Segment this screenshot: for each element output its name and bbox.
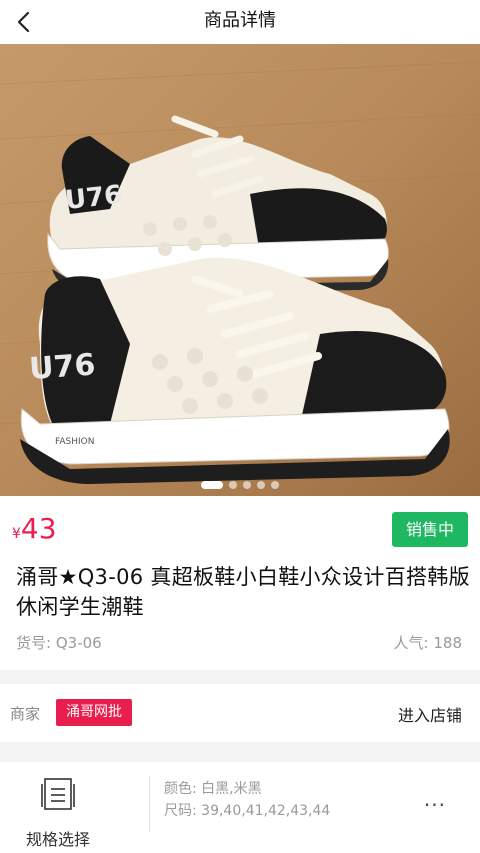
sku-value: Q3-06: [55, 634, 102, 652]
enter-shop-link[interactable]: 进入店铺: [398, 702, 462, 726]
top-nav-bar: 商品详情: [0, 0, 480, 44]
sku-info: 货号: Q3-06: [16, 632, 102, 653]
document-list-icon: [41, 778, 75, 810]
price-section: ¥43 销售中: [0, 496, 480, 562]
shoe-brand-print: FASHION: [55, 437, 94, 447]
size-line: 尺码: 39,40,41,42,43,44: [164, 800, 330, 822]
carousel-dot-5[interactable]: [271, 481, 279, 489]
shop-name-tag[interactable]: 涌哥网批: [56, 699, 132, 726]
color-values: 白黑,米黑: [201, 781, 262, 797]
spec-section[interactable]: 规格选择 颜色: 白黑,米黑 尺码: 39,40,41,42,43,44 ···: [0, 762, 480, 853]
carousel-dot-3[interactable]: [243, 481, 251, 489]
color-line: 颜色: 白黑,米黑: [164, 778, 330, 800]
spec-select-label: 规格选择: [25, 830, 90, 849]
section-divider: [0, 670, 480, 684]
product-title: 涌哥★Q3-06 真超板鞋小白鞋小众设计百搭韩版休闲学生潮鞋: [16, 565, 470, 619]
currency-symbol: ¥: [12, 526, 21, 542]
popularity-value: 188: [433, 634, 462, 652]
carousel-dot-4[interactable]: [257, 481, 265, 489]
carousel-dot-1[interactable]: [201, 481, 223, 489]
more-options-icon[interactable]: ···: [424, 795, 446, 815]
product-image-carousel[interactable]: U76 U76 FASHION: [0, 44, 480, 496]
sku-label: 货号:: [16, 634, 52, 652]
shop-label: 商家: [10, 705, 41, 723]
sale-status-badge: 销售中: [392, 512, 468, 547]
vertical-divider: [149, 776, 150, 832]
spec-summary: 颜色: 白黑,米黑 尺码: 39,40,41,42,43,44: [164, 778, 330, 822]
carousel-dot-2[interactable]: [229, 481, 237, 489]
page-title: 商品详情: [204, 10, 276, 31]
color-label: 颜色:: [164, 781, 197, 797]
carousel-pagination: [0, 481, 480, 489]
product-image: U76 U76 FASHION: [0, 44, 480, 496]
popularity-label: 人气:: [393, 634, 429, 652]
section-divider: [0, 742, 480, 762]
spec-select-button[interactable]: 规格选择: [0, 762, 120, 853]
shoe-print-text-front: U76: [28, 347, 96, 387]
popularity-info: 人气: 188: [394, 632, 462, 653]
product-price: ¥43: [12, 512, 57, 545]
product-meta: 货号: Q3-06 人气: 188: [16, 632, 462, 652]
size-label: 尺码:: [164, 803, 197, 819]
size-values: 39,40,41,42,43,44: [201, 803, 331, 819]
price-value: 43: [20, 512, 57, 545]
shop-row[interactable]: 商家 涌哥网批 进入店铺: [0, 684, 480, 742]
shoe-print-text: U76: [64, 180, 124, 216]
